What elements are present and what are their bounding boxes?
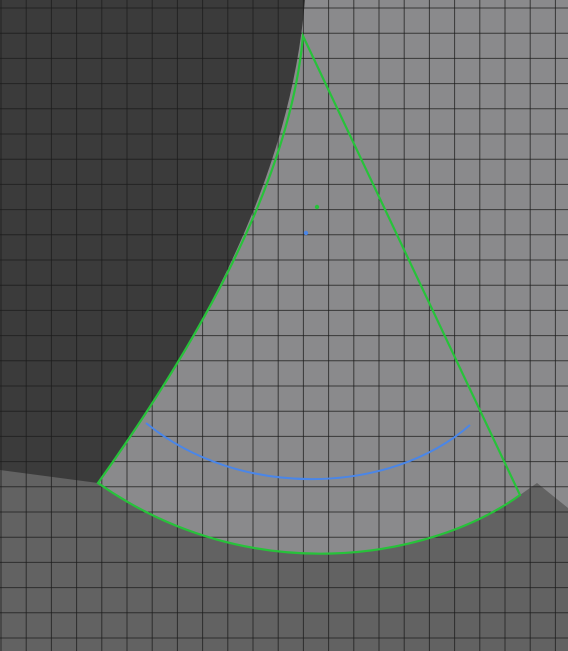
scene-svg	[0, 0, 568, 651]
center-point-icon[interactable]	[303, 230, 309, 236]
canvas-viewport[interactable]	[0, 0, 568, 651]
pivot-point-icon[interactable]	[314, 204, 320, 210]
